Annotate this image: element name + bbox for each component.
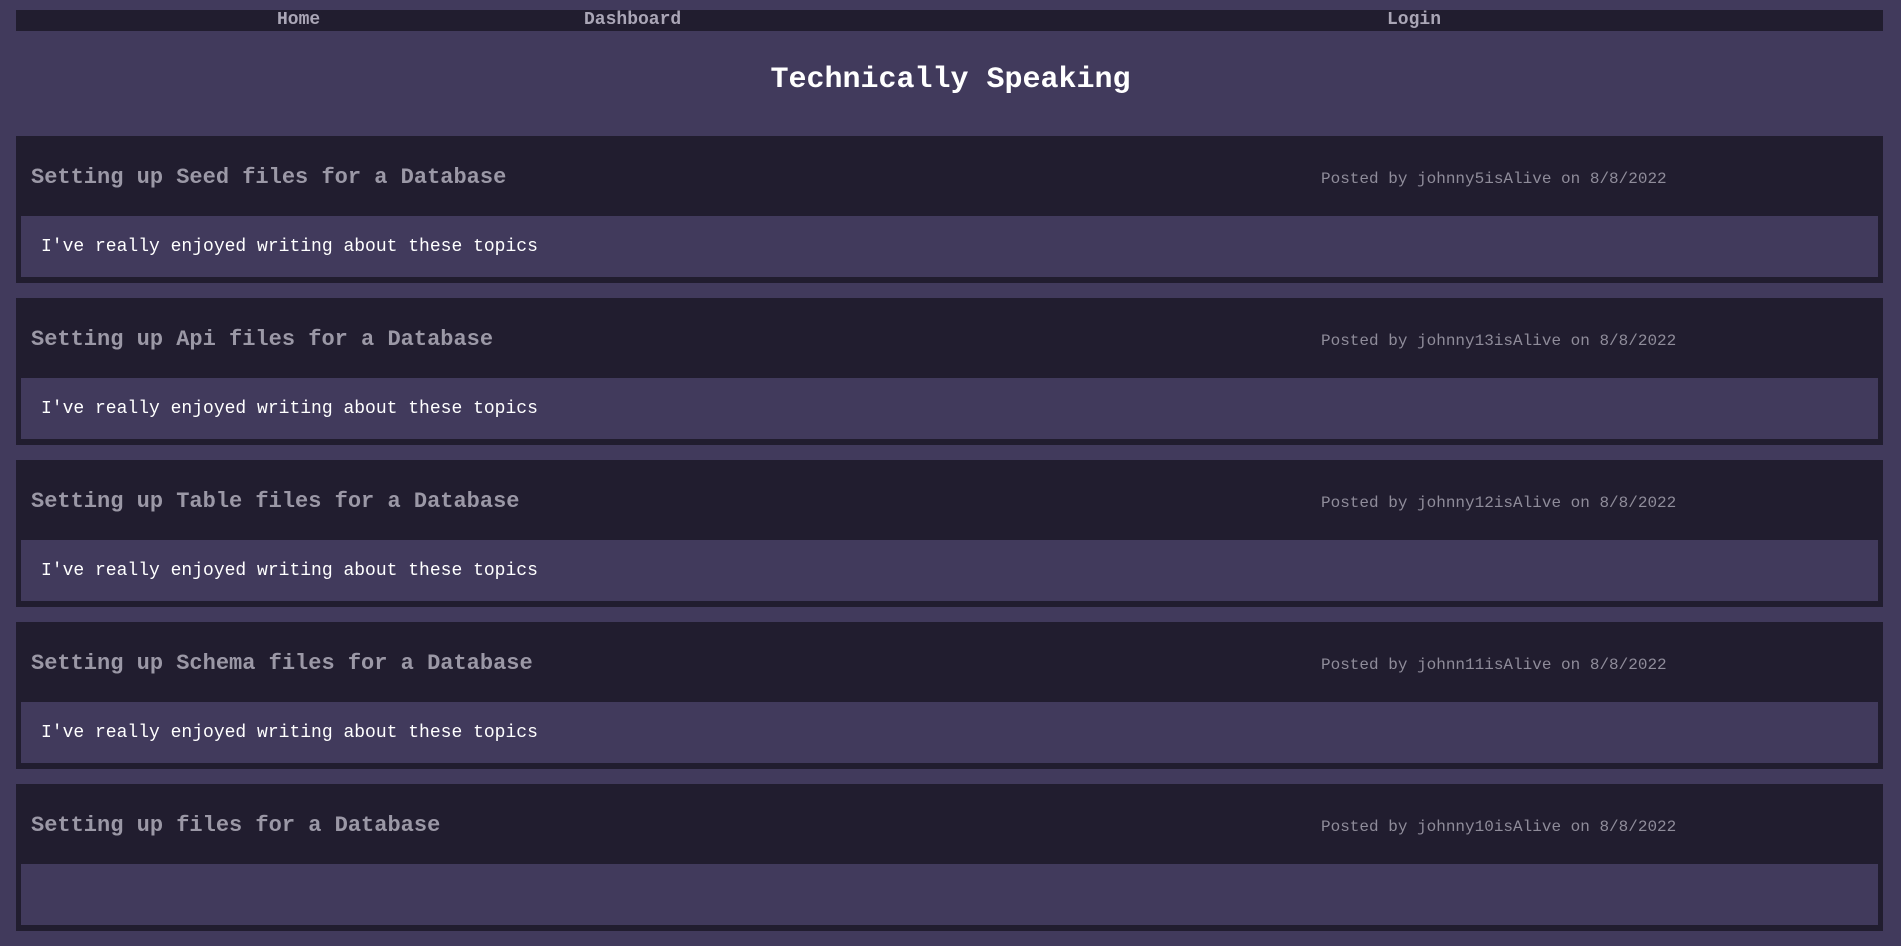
post-card[interactable]: Setting up Table files for a Database Po… xyxy=(16,460,1883,607)
nav-login-link[interactable]: Login xyxy=(1387,10,1441,31)
post-title[interactable]: Setting up Schema files for a Database xyxy=(31,650,533,678)
top-nav: Home Dashboard Login xyxy=(16,10,1883,31)
post-body-text: I've really enjoyed writing about these … xyxy=(41,237,538,257)
post-body-text: I've really enjoyed writing about these … xyxy=(41,399,538,419)
site-title: Technically Speaking xyxy=(770,63,1131,97)
post-list: Setting up Seed files for a Database Pos… xyxy=(16,136,1883,946)
post-card[interactable]: Setting up Api files for a Database Post… xyxy=(16,298,1883,445)
post-body: I've really enjoyed writing about these … xyxy=(21,216,1878,277)
post-body: I've really enjoyed writing about these … xyxy=(21,702,1878,763)
post-card[interactable]: Setting up Seed files for a Database Pos… xyxy=(16,136,1883,283)
nav-home-link[interactable]: Home xyxy=(277,10,320,31)
post-meta: Posted by johnny5isAlive on 8/8/2022 xyxy=(1321,170,1667,188)
post-card[interactable]: Setting up Schema files for a Database P… xyxy=(16,622,1883,769)
post-meta: Posted by johnn11isAlive on 8/8/2022 xyxy=(1321,656,1667,674)
post-card[interactable]: Setting up files for a Database Posted b… xyxy=(16,784,1883,931)
nav-dashboard-link[interactable]: Dashboard xyxy=(584,10,681,31)
post-meta: Posted by johnny10isAlive on 8/8/2022 xyxy=(1321,818,1677,836)
post-title[interactable]: Setting up files for a Database xyxy=(31,812,440,840)
post-body xyxy=(21,864,1878,925)
post-meta: Posted by johnny13isAlive on 8/8/2022 xyxy=(1321,332,1677,350)
post-body: I've really enjoyed writing about these … xyxy=(21,540,1878,601)
post-body-text: I've really enjoyed writing about these … xyxy=(41,723,538,743)
post-meta: Posted by johnny12isAlive on 8/8/2022 xyxy=(1321,494,1677,512)
post-body-text: I've really enjoyed writing about these … xyxy=(41,561,538,581)
post-title[interactable]: Setting up Seed files for a Database xyxy=(31,164,506,192)
post-title[interactable]: Setting up Api files for a Database xyxy=(31,326,493,354)
post-body: I've really enjoyed writing about these … xyxy=(21,378,1878,439)
post-title[interactable]: Setting up Table files for a Database xyxy=(31,488,519,516)
